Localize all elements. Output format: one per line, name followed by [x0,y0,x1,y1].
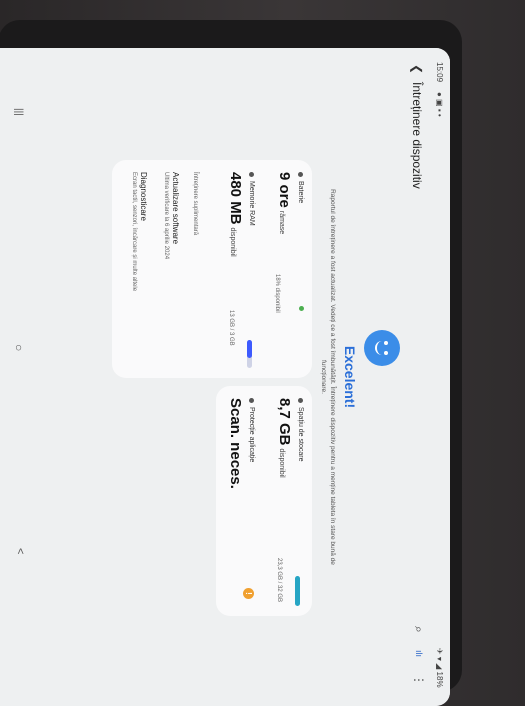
battery-value: 9 ore [276,172,293,208]
search-icon[interactable]: ⌕ [411,626,426,633]
ram-value: 480 MB [227,172,244,225]
list-item-title: Diagnosticare [139,172,148,221]
storage-label: Spațiu de stocare [297,407,304,462]
protection-dot-icon [249,398,255,403]
stats-icon[interactable]: ılı [414,650,424,657]
protection-value: Scan. neces. [227,398,244,489]
status-time: 15:09 [435,62,444,83]
recent-apps-button[interactable]: ||| [13,108,24,116]
warning-icon: ! [243,588,254,599]
ram-detail: 13 GB / 3 GB [228,310,234,346]
more-options-icon[interactable]: ⋮ [412,674,426,686]
home-button[interactable]: ○ [12,344,26,351]
list-item-subtitle: Ecran tactil, senzori, încărcare și mult… [131,172,137,292]
list-item-title: Actualizare software [171,172,180,245]
extra-section-title: Întreținere suplimentară [192,172,198,236]
list-item-diagnostics[interactable]: Diagnosticare Ecran tactil, senzori, înc… [131,172,148,291]
storage-value: 8,7 GB [276,398,293,446]
storage-dot-icon [298,398,304,403]
list-item-software-update[interactable]: Actualizare software Ultima verificare l… [163,172,180,259]
hero-message: Raportul de întreținere a fost actualiza… [320,189,336,565]
storage-bar [295,576,300,606]
back-arrow-icon[interactable]: ❮ [410,64,424,74]
battery-unit: rămase [278,210,285,235]
battery-label: Baterie [297,181,304,204]
screen: 15:09 ● ▣ ▪ • ✈ ▾ ◢ 18% ❮ Întreținere di… [0,48,450,706]
list-item-subtitle: Ultima verificare la 6 aprilie 2024 [163,172,169,260]
storage-detail: 23,3 GB / 32 GB [276,558,282,603]
hero-title: Excelent! [342,345,358,409]
ram-label: Memorie RAM [248,181,255,226]
signal-battery: ✈ ▾ ◢ 18% [435,648,444,688]
ram-tile[interactable]: Memorie RAM 480 MB disponibil [226,172,255,257]
battery-status-dot [299,306,304,311]
page-title: Întreținere dispozitiv [410,82,424,189]
back-button[interactable]: < [14,548,26,554]
storage-tile[interactable]: Spațiu de stocare 8,7 GB disponibil [275,398,304,478]
smiley-icon [364,330,400,366]
landscape-screen: 15:09 ● ▣ ▪ • ✈ ▾ ◢ 18% ❮ Întreținere di… [0,48,450,706]
ram-dot-icon [249,172,255,177]
battery-percent: 18% disponibil [274,274,280,313]
notification-icons: ● ▣ ▪ • [435,92,444,117]
storage-unit: disponibil [278,448,285,478]
protection-label: Protecție aplicație [248,407,255,463]
battery-tile[interactable]: Baterie 9 ore rămase [275,172,304,234]
ram-bar-fill [247,340,252,358]
ram-unit: disponibil [229,227,236,257]
tablet-frame: 15:09 ● ▣ ▪ • ✈ ▾ ◢ 18% ❮ Întreținere di… [0,20,462,706]
protection-tile[interactable]: Protecție aplicație Scan. neces. [226,398,255,489]
battery-dot-icon [298,172,304,177]
